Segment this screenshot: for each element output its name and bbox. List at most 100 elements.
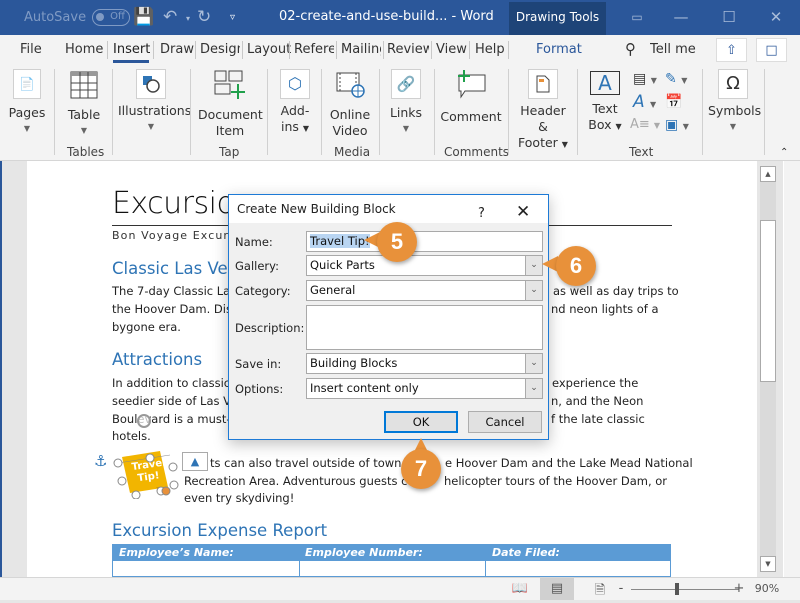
quick-parts-icon[interactable]: ▤ ▼ [633,71,657,89]
step-callout-5: 5 [377,222,417,262]
text-box-icon: A [590,71,620,95]
chevron-down-icon: ▼ [615,122,622,131]
web-layout-icon[interactable]: 🗎 [590,581,610,598]
collapse-ribbon-icon[interactable]: ⌃ [780,145,788,161]
redo-icon[interactable]: ↻ [197,7,211,27]
autosave-switch[interactable]: Off [92,9,131,26]
cancel-button[interactable]: Cancel [468,411,542,433]
tab-format[interactable]: Format [536,42,582,57]
dialog-close-icon[interactable]: ✕ [516,198,530,226]
description-field[interactable] [306,305,543,350]
scroll-thumb[interactable] [760,220,776,382]
text-box-label: Text [592,101,618,116]
paragraph-line: the Hoover Dam. Disc [112,302,239,316]
undo-dropdown-icon[interactable]: ▾ [186,14,190,23]
customize-qat-icon[interactable]: ▿ [230,12,235,23]
undo-icon[interactable]: ↶ [163,7,177,27]
object-icon[interactable]: ▣ ▼ [665,117,689,135]
autosave-toggle[interactable]: AutoSave Off [24,9,131,26]
comments-button[interactable]: □ [756,38,787,62]
tab-references[interactable]: References [294,42,334,57]
chevron-down-icon[interactable]: ⌄ [525,281,542,300]
rotate-handle-icon[interactable] [137,414,151,428]
anchor-icon: ⚓ [94,452,108,470]
tab-layout[interactable]: Layout [247,42,291,57]
ok-button[interactable]: OK [384,411,458,433]
tab-review[interactable]: Review [387,42,429,57]
zoom-slider[interactable] [631,589,739,590]
header-footer-button[interactable]: Header & Footer ▼ [514,65,572,153]
chevron-down-icon[interactable]: ⌄ [525,256,542,275]
links-button[interactable]: 🔗 Links ▼ [386,65,426,137]
dialog-title-bar: Create New Building Block ? ✕ [229,195,548,223]
comment-icon: □ [765,42,778,58]
autosave-label: AutoSave [24,10,87,25]
addins-label-2: ins [280,119,299,134]
chevron-down-icon: ▼ [302,124,310,133]
category-select[interactable]: General ⌄ [306,280,543,301]
table-button[interactable]: Table ▼ [64,65,104,139]
tab-separator [383,41,384,59]
tab-separator [242,41,243,59]
save-in-label: Save in: [235,357,282,371]
chevron-down-icon[interactable]: ⌄ [525,379,542,398]
status-bar: 📖 ▤ 🗎 - + 90% [0,577,800,600]
symbols-label: Symbols [708,103,762,118]
layout-options-icon[interactable]: ▲ [182,452,208,471]
close-icon[interactable]: ✕ [766,8,786,26]
vertical-scrollbar[interactable]: ▲ ▼ [757,161,783,577]
chevron-down-icon[interactable]: ⌄ [525,354,542,373]
tab-home[interactable]: Home [65,42,103,57]
options-select[interactable]: Insert content only ⌄ [306,378,543,399]
comment-button[interactable]: Comment [440,65,502,125]
text-box-button[interactable]: A Text Box ▼ [586,65,624,135]
help-button[interactable]: ? [478,200,485,228]
tab-file[interactable]: File [20,42,42,57]
minimize-icon[interactable]: — [671,8,691,26]
tab-mailings[interactable]: Mailings [341,42,381,57]
name-field[interactable]: Travel Tip! [306,231,543,252]
name-label: Name: [235,235,273,249]
read-mode-icon[interactable]: 📖 [510,581,530,597]
chevron-down-icon: ▼ [80,126,88,135]
wordart-icon[interactable]: A ▼ [633,94,656,113]
travel-tip-image[interactable]: Travel Tip! [110,447,180,500]
tab-view[interactable]: View [436,42,467,57]
document-item-button[interactable]: Document Item [198,65,263,139]
save-icon[interactable]: 💾 [133,7,154,27]
links-label: Links [389,105,423,120]
drop-cap-icon[interactable]: A≡ ▼ [630,117,660,134]
addins-button[interactable]: ⬡ Add- ins ▼ [276,65,314,137]
zoom-out-button[interactable]: - [615,581,627,597]
online-video-button[interactable]: Online Video [328,65,372,139]
document-subtitle: Bon Voyage Excurs [112,229,236,242]
zoom-in-button[interactable]: + [733,581,745,597]
tab-design[interactable]: Design [200,42,240,57]
signature-line-icon[interactable]: ✎ ▼ [665,71,687,89]
scroll-down-icon[interactable]: ▼ [760,556,776,572]
ribbon-display-icon[interactable]: ▭ [627,10,647,24]
header-footer-icon [528,69,558,99]
search-icon[interactable]: ⚲ [625,40,636,58]
step-callout-6: 6 [556,246,596,286]
gallery-select[interactable]: Quick Parts ⌄ [306,255,543,276]
table-label: Table [67,107,101,122]
symbols-button[interactable]: Ω Symbols ▼ [708,65,762,135]
tab-separator [289,41,290,59]
illustrations-button[interactable]: Illustrations ▼ [118,65,191,135]
tab-separator [153,41,154,59]
print-layout-icon[interactable]: ▤ [540,578,574,600]
zoom-level[interactable]: 90% [752,582,782,598]
share-button[interactable]: ⇧ [716,38,747,62]
tab-help[interactable]: Help [475,42,505,57]
tell-me-input[interactable]: Tell me [650,42,696,57]
date-time-icon[interactable]: 📅 [665,94,682,110]
online-video-label: Online [329,107,371,122]
zoom-slider-thumb[interactable] [675,583,679,595]
save-in-select[interactable]: Building Blocks ⌄ [306,353,543,374]
pages-button[interactable]: 📄 Pages ▼ [8,65,46,137]
scroll-up-icon[interactable]: ▲ [760,166,776,182]
tab-insert[interactable]: Insert [113,42,150,57]
tab-draw[interactable]: Draw [160,42,194,57]
maximize-icon[interactable]: ☐ [719,8,739,26]
